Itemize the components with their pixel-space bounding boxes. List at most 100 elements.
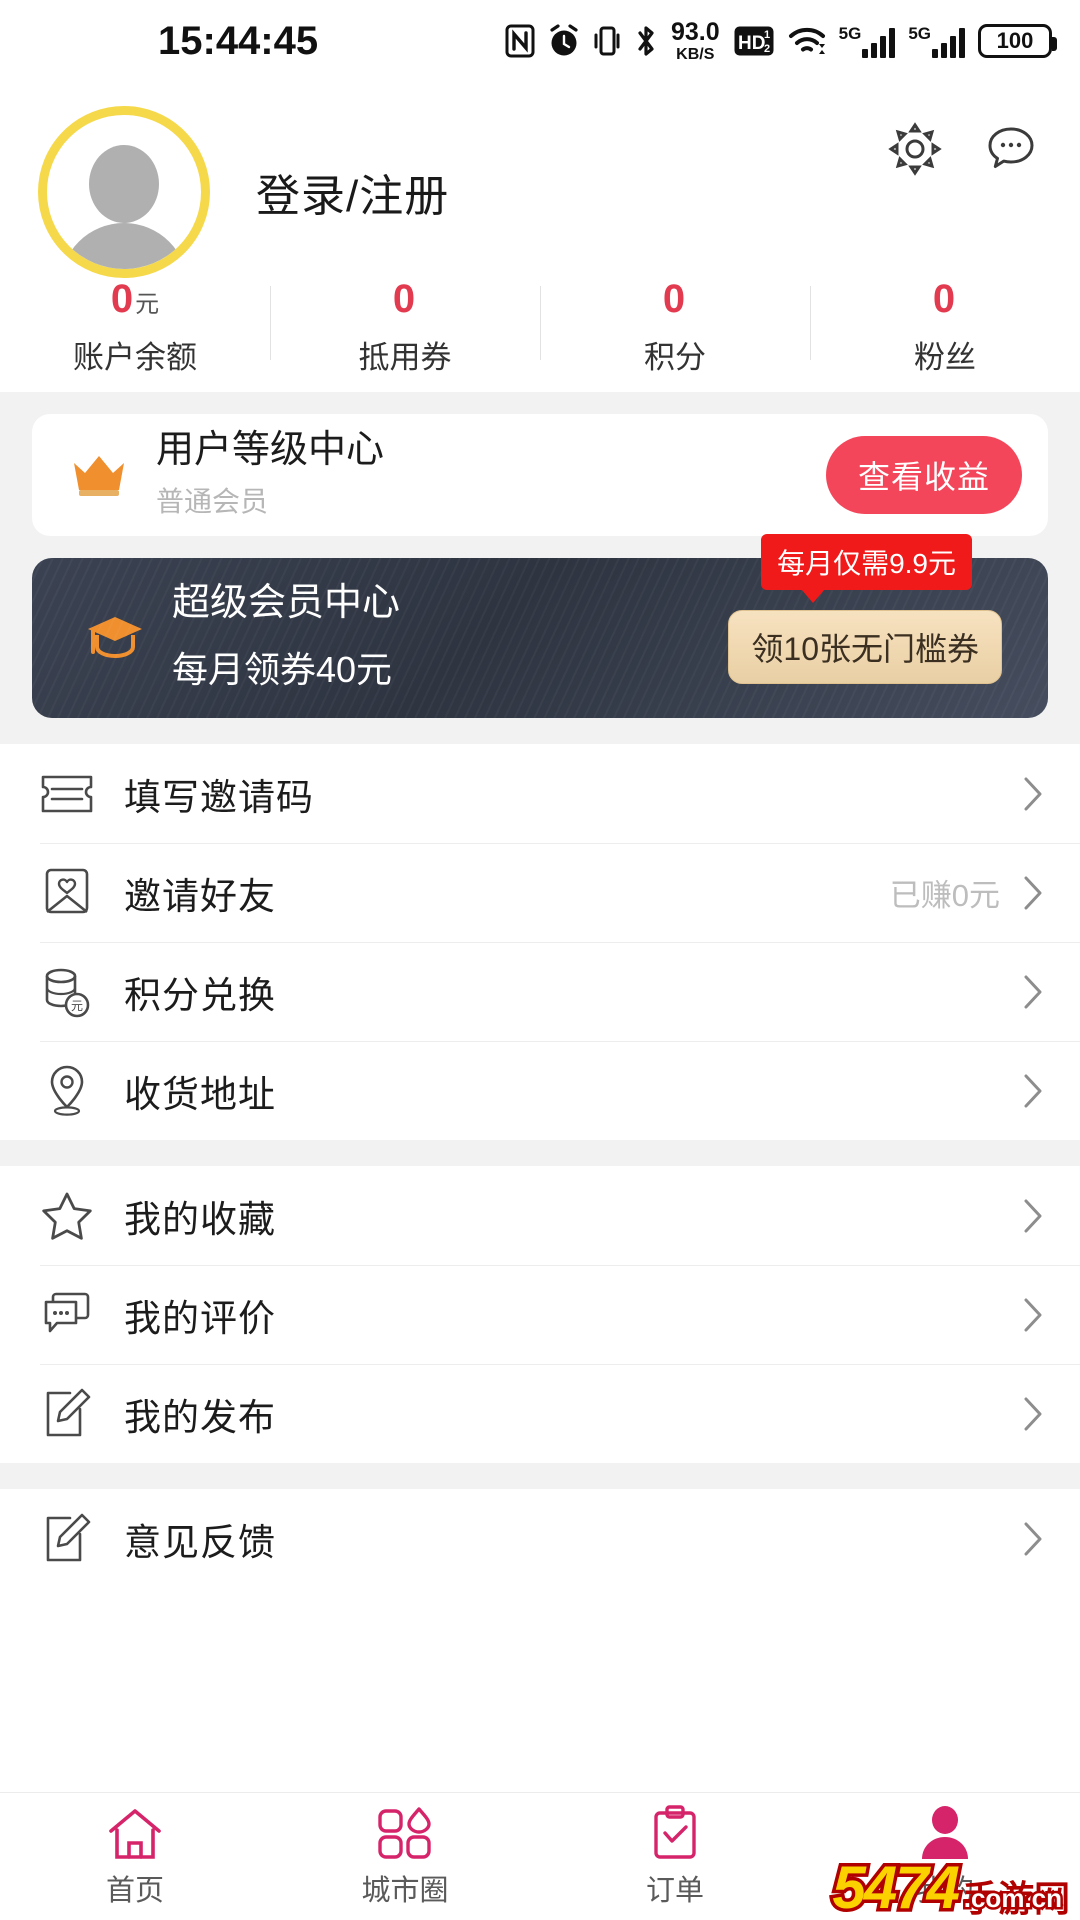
chevron-right-icon [1022, 775, 1044, 813]
location-pin-icon [40, 1064, 94, 1118]
menu-item-label: 我的收藏 [124, 1198, 276, 1240]
stat-fans-label: 粉丝 [914, 340, 976, 375]
stats-row: 0元 账户余额 0 抵用券 0 积分 0 粉丝 [0, 262, 1080, 392]
avatar-head [89, 145, 159, 223]
user-level-title: 用户等级中心 [156, 429, 385, 472]
gear-icon[interactable] [886, 120, 944, 178]
stat-points-value: 0 [662, 277, 686, 321]
sim1-network-label: 5G [838, 24, 862, 43]
chevron-right-icon [1022, 1197, 1044, 1235]
order-icon [649, 1804, 701, 1861]
tab-home-label: 首页 [105, 1874, 164, 1907]
chevron-right-icon [1022, 874, 1044, 912]
sim2-network-label: 5G [908, 24, 931, 43]
coin-stack-icon: 元 [40, 965, 94, 1019]
pencil-icon [40, 1387, 94, 1441]
stat-voucher-label: 抵用券 [358, 340, 452, 375]
menu-item-shipping-address[interactable]: 收货地址 [0, 1041, 1080, 1140]
sim1-bars [862, 28, 896, 58]
bottom-tab-bar: 首页 城市圈 订单 我的 [0, 1792, 1080, 1920]
tab-city[interactable]: 城市圈 [270, 1805, 540, 1909]
menu-item-label: 我的发布 [124, 1396, 276, 1438]
stat-balance-value: 0元 [110, 277, 160, 321]
tab-orders-label: 订单 [645, 1874, 704, 1907]
menu-group-personal: 我的收藏 我的评价 我的发布 [0, 1166, 1080, 1463]
profile-icon [917, 1805, 973, 1861]
stat-fans-value: 0 [932, 277, 956, 321]
tab-profile[interactable]: 我的 [810, 1805, 1080, 1909]
wifi-icon [788, 24, 826, 58]
menu-item-favorites[interactable]: 我的收藏 [0, 1166, 1080, 1265]
battery-icon: 100 [978, 24, 1057, 58]
menu-item-my-posts[interactable]: 我的发布 [0, 1364, 1080, 1463]
sim2-signal-icon: 5G [908, 24, 965, 58]
default-avatar-icon[interactable] [38, 106, 210, 278]
comment-icon [40, 1288, 94, 1342]
view-profit-button[interactable]: 查看收益 [826, 436, 1022, 514]
menu-item-label: 邀请好友 [124, 875, 276, 917]
tab-city-label: 城市圈 [361, 1874, 449, 1907]
bluetooth-icon [634, 24, 658, 58]
stat-points-label: 积分 [644, 340, 706, 375]
menu-group-invites: 填写邀请码 邀请好友 已赚0元 元 积分兑换 收货地址 [0, 744, 1080, 1140]
user-level-card[interactable]: 用户等级中心 普通会员 查看收益 [32, 414, 1048, 536]
svg-text:2: 2 [764, 43, 770, 55]
stat-balance-label: 账户余额 [73, 340, 197, 375]
chevron-right-icon [1022, 1296, 1044, 1334]
sim2-bars [932, 28, 965, 58]
svg-text:1: 1 [764, 29, 770, 41]
tab-orders[interactable]: 订单 [540, 1804, 810, 1909]
alarm-icon [548, 24, 580, 58]
price-badge: 每月仅需9.9元 [761, 534, 972, 603]
feedback-icon [40, 1512, 94, 1566]
svg-text:HD: HD [738, 33, 765, 54]
menu-item-label: 意见反馈 [124, 1521, 276, 1563]
menu-item-label: 我的评价 [124, 1297, 276, 1339]
menu-item-label: 收货地址 [124, 1073, 276, 1115]
menu-item-invite-code[interactable]: 填写邀请码 [0, 744, 1080, 843]
stat-fans[interactable]: 0 粉丝 [810, 276, 1080, 377]
menu-group-feedback: 意见反馈 [0, 1489, 1080, 1588]
menu-item-feedback[interactable]: 意见反馈 [0, 1489, 1080, 1588]
membership-cards-section: 用户等级中心 普通会员 查看收益 超级会员中心 每月领券40元 每月仅需9.9元… [0, 392, 1080, 744]
user-level-subtitle: 普通会员 [156, 485, 269, 517]
envelope-heart-icon [40, 866, 94, 920]
stat-points[interactable]: 0 积分 [540, 276, 810, 377]
status-bar-icons: 93.0 KB/S HD 1 2 5G 5G 100 [505, 17, 1057, 63]
graduation-cap-icon [84, 611, 146, 665]
claim-coupons-button[interactable]: 领10张无门槛券 [728, 610, 1002, 684]
home-icon [105, 1805, 165, 1861]
stat-balance[interactable]: 0元 账户余额 [0, 276, 270, 377]
header-actions [886, 120, 1040, 178]
user-level-text: 用户等级中心 普通会员 [156, 429, 385, 520]
star-icon [40, 1189, 94, 1243]
menu-item-points-exchange[interactable]: 元 积分兑换 [0, 942, 1080, 1041]
tab-home[interactable]: 首页 [0, 1805, 270, 1909]
svg-text:元: 元 [71, 999, 83, 1013]
nfc-icon [505, 24, 535, 58]
super-member-text: 超级会员中心 每月领券40元 [172, 582, 401, 693]
super-member-card[interactable]: 超级会员中心 每月领券40元 每月仅需9.9元 领10张无门槛券 [32, 534, 1048, 718]
menu-item-extra: 已赚0元 [889, 878, 1000, 913]
super-member-title: 超级会员中心 [172, 582, 401, 625]
menu-item-reviews[interactable]: 我的评价 [0, 1265, 1080, 1364]
ticket-icon [40, 767, 94, 821]
stat-voucher-value: 0 [392, 277, 416, 321]
stat-voucher[interactable]: 0 抵用券 [270, 276, 540, 377]
sim1-signal-icon: 5G [839, 24, 896, 58]
chevron-right-icon [1022, 1520, 1044, 1558]
chat-bubble-icon[interactable] [982, 120, 1040, 178]
network-speed-value: 93.0 [670, 17, 720, 46]
super-member-subtitle: 每月领券40元 [172, 648, 393, 690]
menu-item-label: 积分兑换 [124, 974, 276, 1016]
status-bar-clock: 15:44:45 [158, 18, 319, 63]
tab-profile-label: 我的 [915, 1874, 974, 1907]
login-register-label[interactable]: 登录/注册 [256, 160, 449, 224]
section-divider-2 [0, 1463, 1080, 1489]
vibrate-icon [593, 24, 621, 58]
chevron-right-icon [1022, 973, 1044, 1011]
menu-item-label: 填写邀请码 [124, 776, 314, 818]
crown-icon [70, 449, 128, 501]
network-speed-unit: KB/S [676, 45, 715, 63]
menu-item-invite-friends[interactable]: 邀请好友 已赚0元 [0, 843, 1080, 942]
